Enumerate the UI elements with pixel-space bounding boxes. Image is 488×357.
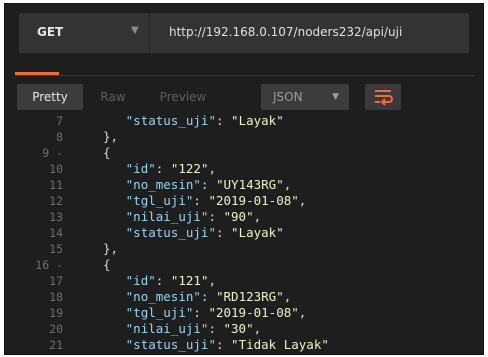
line-number: 20 bbox=[49, 322, 63, 336]
json-key: no_mesin bbox=[133, 289, 194, 304]
json-value: 2019-01-08 bbox=[215, 305, 292, 320]
line-number: 16 - bbox=[35, 258, 63, 272]
code-line: }, bbox=[103, 129, 118, 145]
code-line: }, bbox=[103, 241, 118, 257]
line-number: 11 bbox=[49, 178, 63, 192]
line-number: 13 bbox=[49, 210, 63, 224]
json-value: 90 bbox=[231, 209, 247, 224]
code-line: "tgl_uji": "2019-01-08", bbox=[125, 305, 307, 320]
wrap-lines-button[interactable] bbox=[365, 84, 401, 110]
json-key: tgl_uji bbox=[133, 193, 186, 208]
chevron-down-icon: ▼ bbox=[131, 25, 139, 36]
response-body[interactable]: 7 8 9 - 10 11 12 13 14 15 16 - 17 18 19 20 21 "status_… bbox=[5, 113, 483, 354]
code-line: "nilai_uji": "90", bbox=[125, 209, 262, 224]
json-key: id bbox=[133, 273, 149, 288]
json-key: status_uji bbox=[133, 113, 209, 128]
line-number: 15 bbox=[49, 242, 63, 256]
json-key: tgl_uji bbox=[133, 305, 186, 320]
json-key: no_mesin bbox=[133, 177, 194, 192]
response-toolbar: Pretty Raw Preview JSON ▼ bbox=[17, 84, 477, 114]
code-line: "no_mesin": "RD123RG", bbox=[125, 289, 292, 304]
chevron-down-icon: ▼ bbox=[332, 92, 339, 102]
format-dropdown[interactable]: JSON ▼ bbox=[261, 84, 349, 110]
code-line: { bbox=[103, 145, 111, 161]
request-bar: GET ▼ http://192.168.0.107/noders232/api… bbox=[19, 13, 469, 53]
json-key: nilai_uji bbox=[133, 209, 201, 224]
code-line: "no_mesin": "UY143RG", bbox=[125, 177, 292, 192]
code-line: "nilai_uji": "30", bbox=[125, 321, 262, 336]
json-value: UY143RG bbox=[223, 177, 277, 192]
bracket: { bbox=[103, 145, 111, 160]
json-value: 121 bbox=[178, 273, 201, 288]
line-number: 7 bbox=[56, 114, 63, 128]
json-key: nilai_uji bbox=[133, 321, 201, 336]
postman-window: GET ▼ http://192.168.0.107/noders232/api… bbox=[4, 3, 484, 355]
json-key: id bbox=[133, 161, 149, 176]
line-number: 21 bbox=[49, 338, 63, 352]
line-number: 9 - bbox=[42, 146, 63, 160]
code-line: "status_uji": "Layak" bbox=[125, 225, 284, 240]
json-value: Layak bbox=[238, 225, 277, 240]
line-number: 18 bbox=[49, 290, 63, 304]
json-value: Layak bbox=[238, 113, 277, 128]
bracket: }, bbox=[103, 241, 119, 256]
json-value: 2019-01-08 bbox=[215, 193, 292, 208]
code-line: "tgl_uji": "2019-01-08", bbox=[125, 193, 307, 208]
code-line: "status_uji": "Tidak Layak" bbox=[125, 337, 329, 352]
line-number: 14 bbox=[49, 226, 63, 240]
divider bbox=[15, 75, 475, 76]
bracket: { bbox=[103, 257, 111, 272]
json-value: 122 bbox=[178, 161, 201, 176]
line-number: 8 bbox=[56, 130, 63, 144]
line-number: 10 bbox=[49, 162, 63, 176]
wrap-lines-icon bbox=[375, 90, 393, 106]
line-number: 19 bbox=[49, 306, 63, 320]
url-input[interactable]: http://192.168.0.107/noders232/api/uji bbox=[169, 25, 402, 39]
method-dropdown[interactable]: GET ▼ bbox=[19, 13, 150, 53]
line-number: 17 bbox=[49, 274, 63, 288]
raw-button[interactable]: Raw bbox=[87, 84, 139, 110]
code-line: "id": "122", bbox=[125, 161, 216, 176]
json-value: RD123RG bbox=[223, 289, 277, 304]
line-number-gutter: 7 8 9 - 10 11 12 13 14 15 16 - 17 18 19 20 21 bbox=[5, 114, 69, 354]
json-key: status_uji bbox=[133, 225, 209, 240]
bracket: }, bbox=[103, 129, 119, 144]
code-line: { bbox=[103, 257, 111, 273]
pretty-button[interactable]: Pretty bbox=[17, 84, 83, 110]
code-line: "id": "121", bbox=[125, 273, 216, 288]
code-line: "status_uji": "Layak" bbox=[125, 113, 284, 128]
json-value: Tidak Layak bbox=[238, 337, 322, 352]
preview-button[interactable]: Preview bbox=[141, 84, 225, 110]
method-label: GET bbox=[37, 25, 64, 39]
line-number: 12 bbox=[49, 194, 63, 208]
format-label: JSON bbox=[273, 90, 303, 104]
json-key: status_uji bbox=[133, 337, 209, 352]
json-value: 30 bbox=[231, 321, 247, 336]
